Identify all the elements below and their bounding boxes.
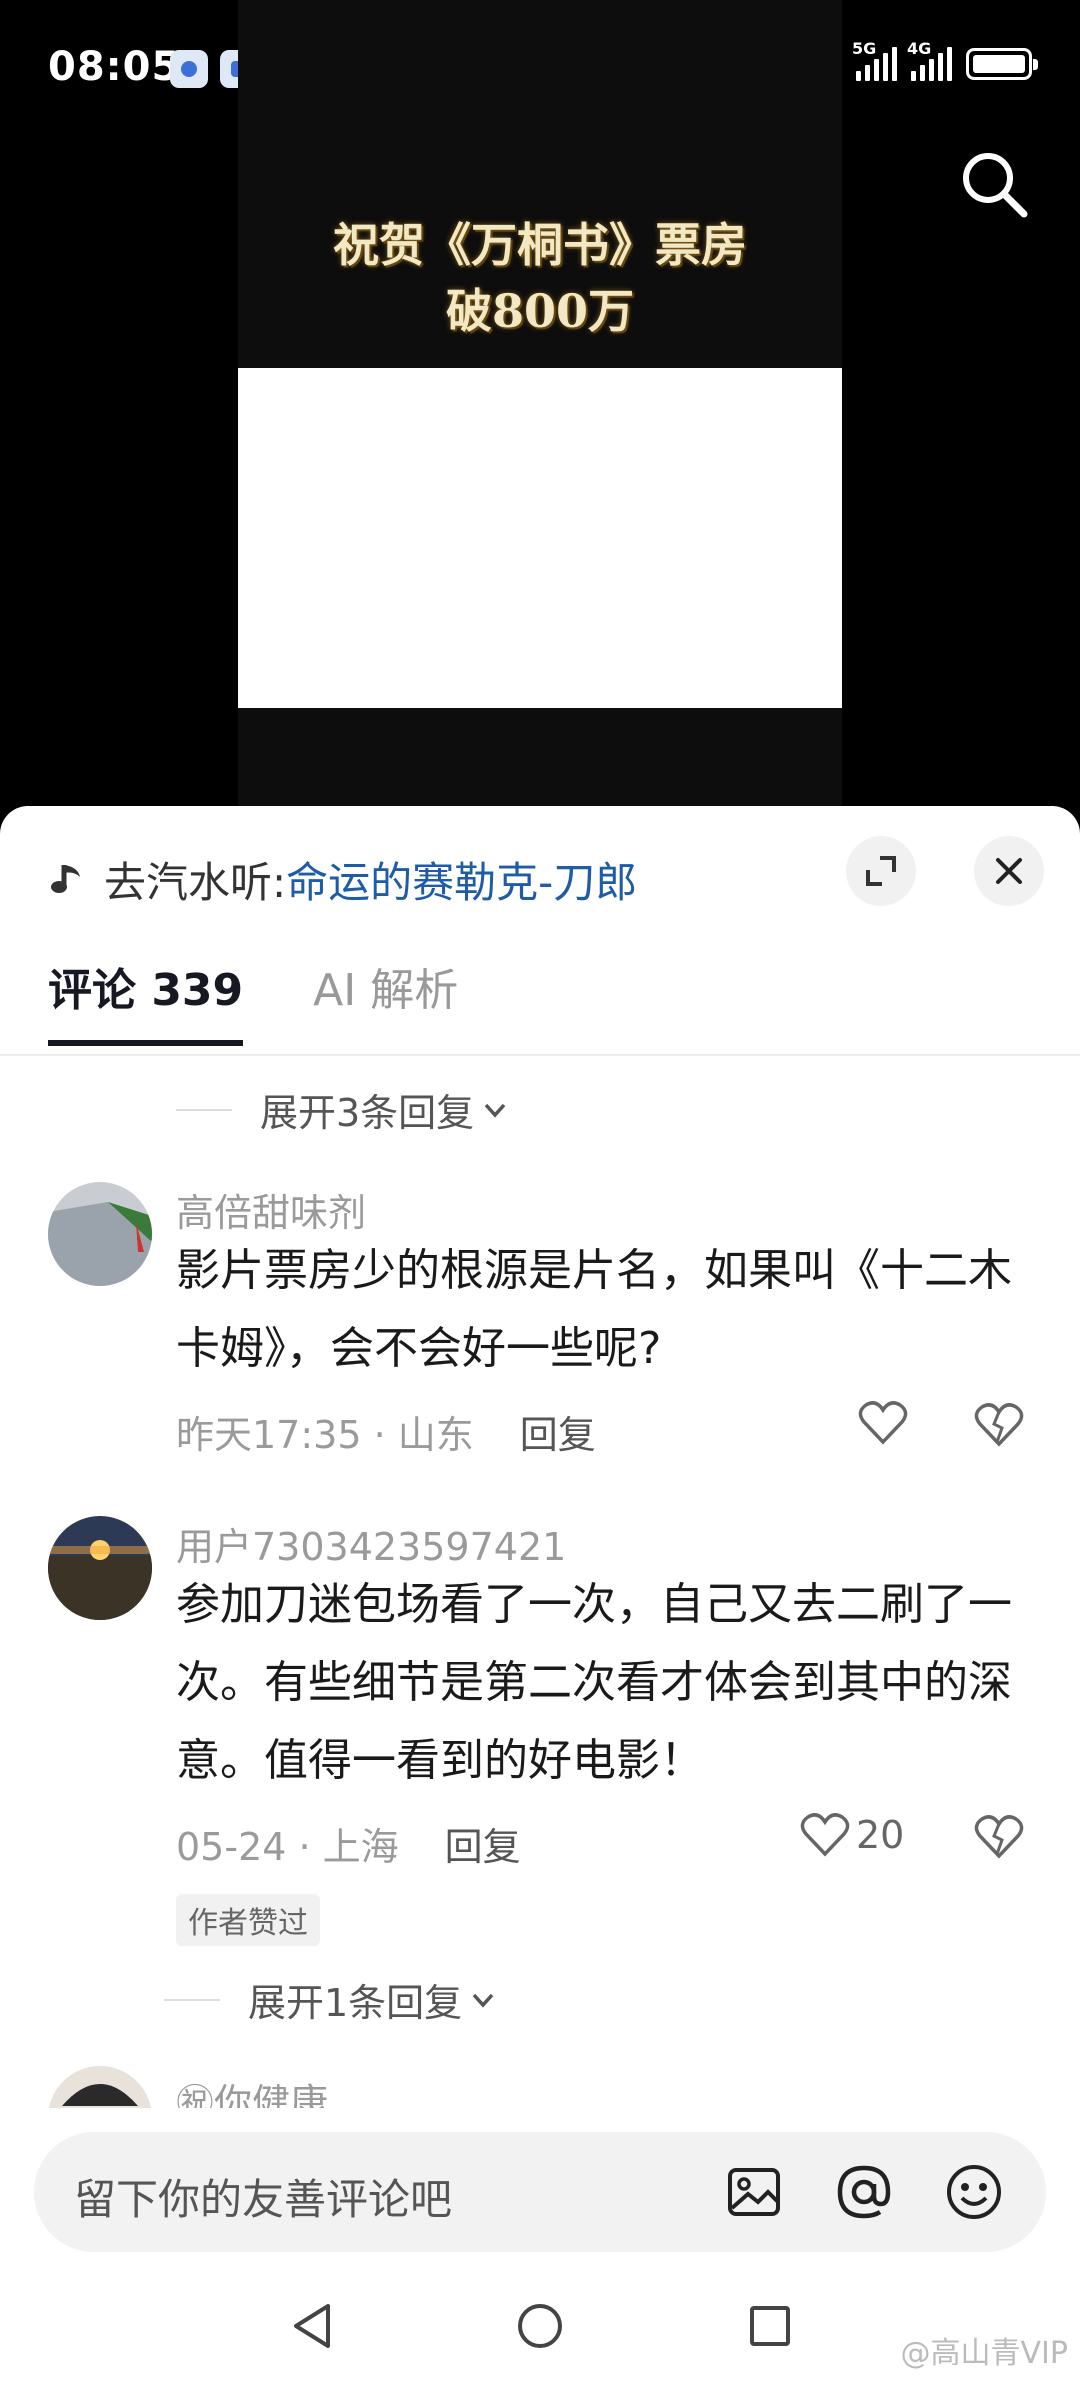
tab-ai-analysis[interactable]: AI 解析: [313, 954, 458, 1046]
chevron-down-icon: [472, 1993, 494, 2008]
heart-icon: [800, 1813, 850, 1857]
avatar[interactable]: [48, 1516, 152, 1620]
back-icon[interactable]: [282, 2296, 342, 2356]
close-icon: [996, 858, 1022, 884]
comment-text: 参加刀迷包场看了一次，自己又去二刷了一次。有些细节是第二次看才体会到其中的深意。…: [176, 1579, 1012, 1786]
reply-button[interactable]: 回复: [520, 1404, 596, 1459]
comment-username[interactable]: 用户7303423597421: [176, 1516, 566, 1571]
reply-button[interactable]: 回复: [445, 1816, 521, 1871]
search-icon[interactable]: [954, 144, 1034, 224]
at-icon[interactable]: [834, 2162, 894, 2222]
expand-replies-label: 展开1条回复: [248, 1981, 463, 2025]
status-time: 08:05: [48, 44, 181, 90]
comment-sheet: 去汽水听: 命运的赛勒克-刀郎 评论 339 AI 解析 展开3条回复 高倍甜味…: [0, 806, 1080, 2386]
broken-heart-icon[interactable]: [974, 1814, 1024, 1860]
music-prefix: 去汽水听:: [104, 857, 287, 907]
comment-username[interactable]: 高倍甜味剂: [176, 1182, 366, 1237]
music-note-icon: [51, 865, 80, 893]
comment-input-placeholder: 留下你的友善评论吧: [74, 2175, 453, 2224]
like-button[interactable]: [858, 1400, 908, 1446]
chevron-down-icon: [484, 1103, 506, 1118]
home-icon[interactable]: [510, 2296, 570, 2356]
signal-5g-icon: 5G: [852, 39, 897, 81]
recents-icon[interactable]: [740, 2296, 800, 2356]
author-liked-badge: 作者赞过: [176, 1894, 320, 1946]
system-nav-bar: @高山青VIP: [0, 2266, 1080, 2386]
comment-time-location: 05-24 · 上海: [176, 1825, 399, 1869]
divider: [0, 1054, 1080, 1056]
tab-comments[interactable]: 评论 339: [48, 954, 244, 1046]
expand-icon: [866, 856, 896, 886]
divider: [176, 1108, 232, 1111]
emoji-icon[interactable]: [944, 2162, 1004, 2222]
expand-replies-button[interactable]: 展开3条回复: [176, 1082, 510, 1137]
expand-button[interactable]: [846, 836, 916, 906]
expand-replies-button[interactable]: 展开1条回复: [164, 1972, 498, 2027]
battery-icon: [966, 48, 1038, 80]
music-link-bar[interactable]: 去汽水听: 命运的赛勒克-刀郎: [48, 844, 637, 914]
comment-time-location: 昨天17:35 · 山东: [176, 1413, 474, 1457]
avatar[interactable]: [48, 1182, 152, 1286]
watermark: @高山青VIP: [900, 2336, 1068, 2371]
image-icon[interactable]: [724, 2162, 784, 2222]
divider: [164, 1998, 220, 2001]
comment-text: 影片票房少的根源是片名，如果叫《十二木卡姆》，会不会好一些呢?: [176, 1245, 1012, 1374]
video-content: [238, 368, 842, 708]
broken-heart-icon[interactable]: [974, 1402, 1024, 1448]
app-notification-icon: [170, 50, 208, 88]
comment-meta: 05-24 · 上海 回复: [176, 1816, 521, 1871]
video-caption: 祝贺《万桐书》票房 破800万: [333, 218, 747, 338]
music-title-link[interactable]: 命运的赛勒克-刀郎: [286, 849, 637, 910]
heart-icon: [858, 1401, 908, 1445]
comment-tabs: 评论 339 AI 解析: [48, 954, 458, 1046]
signal-4g-icon: 4G: [907, 39, 952, 81]
like-button[interactable]: 20: [800, 1812, 904, 1858]
comment-meta: 昨天17:35 · 山东 回复: [176, 1404, 596, 1459]
comment-input[interactable]: 留下你的友善评论吧: [34, 2132, 1046, 2252]
expand-replies-label: 展开3条回复: [260, 1091, 475, 1135]
close-button[interactable]: [974, 836, 1044, 906]
like-count: 20: [856, 1813, 905, 1857]
